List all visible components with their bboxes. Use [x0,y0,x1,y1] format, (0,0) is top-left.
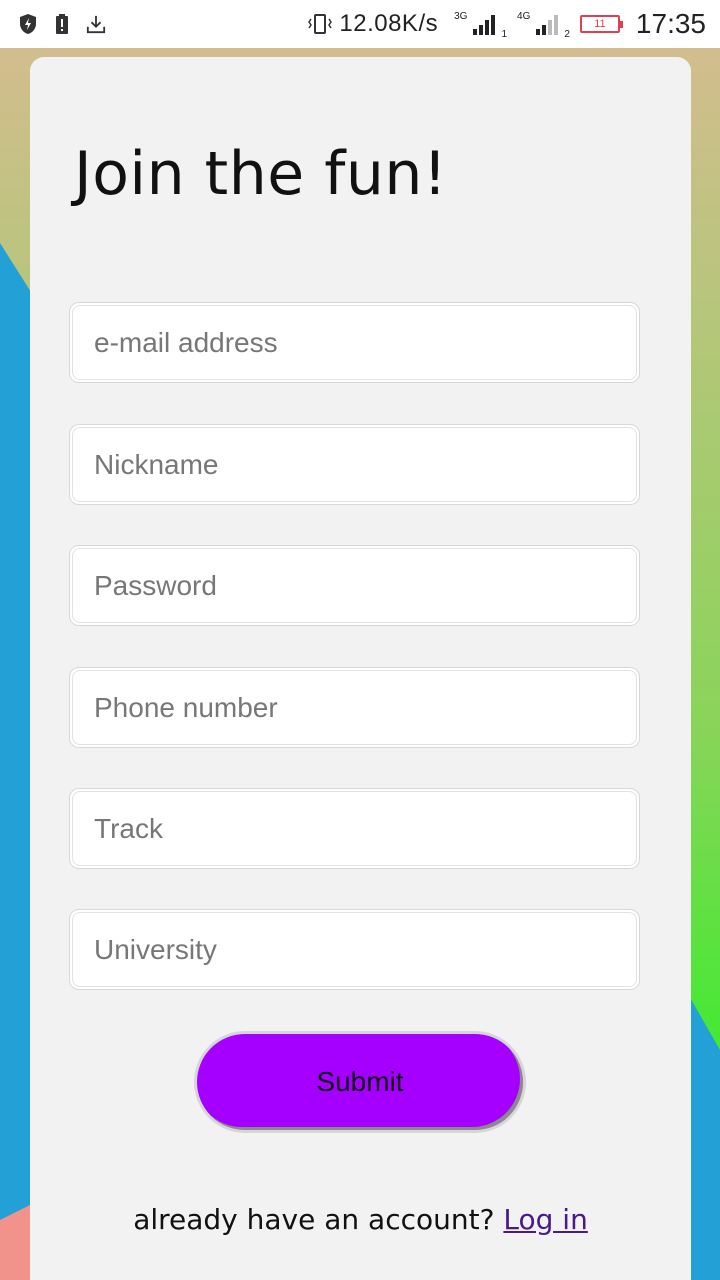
sim2-number: 2 [564,29,570,40]
shield-icon [20,14,36,34]
login-link[interactable]: Log in [503,1203,587,1236]
battery-icon: 11 [579,15,623,33]
signup-card: Join the fun! Submit already have an acc… [30,57,691,1280]
sim1-network-type: 3G [454,10,468,22]
login-prompt-text: already have an account? [133,1203,495,1236]
status-left-icons [18,13,106,35]
battery-level: 11 [594,18,606,30]
nickname-field-wrapper [69,424,640,505]
nickname-field[interactable] [72,427,637,502]
sim1-signal-icon [473,13,496,35]
password-field-wrapper [69,545,640,626]
vibrate-icon [308,14,333,34]
university-field[interactable] [72,912,637,987]
sim2-network-type: 4G [517,10,531,22]
sim2-signal-icon [536,13,559,35]
university-field-wrapper [69,909,640,990]
sim1-number: 1 [501,29,508,40]
clock: 17:35 [635,8,706,39]
email-field-wrapper [69,302,640,383]
status-right-icons: 12.08K/s 3G 1 4G 2 11 17:35 [307,8,706,40]
track-field[interactable] [72,791,637,866]
network-speed: 12.08K/s [339,10,439,37]
phone-number-field[interactable] [72,670,637,745]
track-field-wrapper [69,788,640,869]
phone-field-wrapper [69,667,640,748]
status-bar: 12.08K/s 3G 1 4G 2 11 17:35 [0,0,720,48]
battery-alert-icon [56,14,68,34]
submit-button[interactable]: Submit [194,1031,526,1133]
login-prompt: already have an account? Log in [30,1203,691,1236]
download-icon [86,15,106,34]
page-title: Join the fun! [74,139,448,209]
email-field[interactable] [72,305,637,380]
password-field[interactable] [72,548,637,623]
